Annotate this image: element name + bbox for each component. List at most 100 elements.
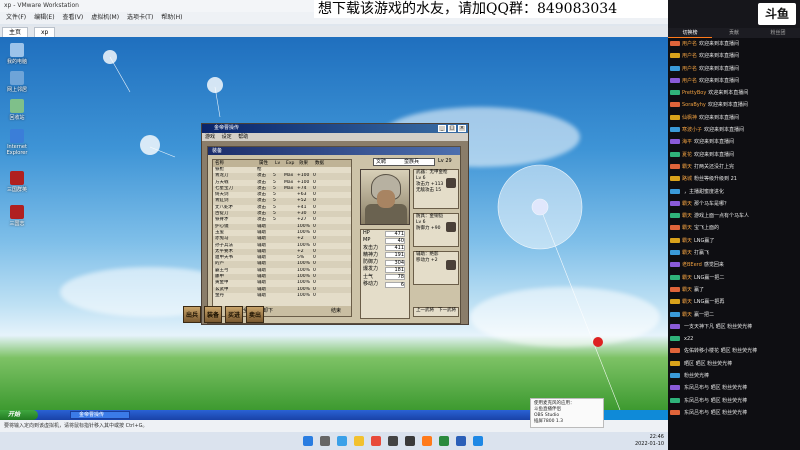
chat-username[interactable]: 路城: [682, 176, 692, 182]
slot-weapon[interactable]: 武器：无甲金枪 Lv 6 攻击力 +113 无敌攻击 15: [413, 169, 459, 209]
chat-text: ，主播甜蜜度进化: [684, 188, 725, 195]
game-menu-item[interactable]: 设定: [222, 134, 232, 140]
chat-username[interactable]: 寒波小子: [682, 127, 702, 133]
desktop-icon-game-2[interactable]: 三国志: [4, 205, 30, 227]
menu-help[interactable]: 帮助(H): [161, 14, 182, 21]
folder-icon[interactable]: [354, 436, 364, 446]
fan-badge-icon: [670, 163, 680, 169]
end-button[interactable]: 结束: [331, 306, 341, 316]
stat-value: 471: [385, 230, 405, 237]
deploy-button[interactable]: 出兵: [183, 306, 201, 323]
clock-time: 22:46: [649, 434, 664, 440]
fan-badge-icon: [670, 286, 680, 292]
desktop-icon-network[interactable]: 网上邻居: [4, 71, 30, 93]
next-general-button[interactable]: 下一武将: [438, 308, 456, 316]
tab-home[interactable]: 主页: [2, 27, 29, 37]
chat-username[interactable]: 霸天: [682, 238, 692, 244]
fan-badge-icon: [670, 102, 680, 108]
chat-username[interactable]: SoraByhy: [682, 102, 706, 108]
equip-button[interactable]: 装备: [204, 306, 222, 323]
chat-username[interactable]: 海平: [682, 139, 692, 145]
chat-username[interactable]: 霸天: [682, 287, 692, 293]
desktop-icon-recycle-bin[interactable]: 回收站: [4, 99, 30, 121]
equipment-row[interactable]: 金丹 辅助 100% 0: [213, 293, 351, 299]
menu-file[interactable]: 文件(F): [6, 14, 26, 21]
chat-text: 东凤吕布与 晒区 粉丝荧光棒: [684, 409, 748, 416]
slot-armor[interactable]: 防具：金铜铠 Lv 6 防御力 +90: [413, 213, 459, 247]
chat-username[interactable]: 用户名: [682, 78, 697, 84]
chat-message: 用户名 欢迎来到本直播间: [668, 63, 800, 75]
slot-accessory[interactable]: 辅助：绝影 移动力 +2: [413, 251, 459, 285]
chat-username[interactable]: 霸天: [682, 213, 692, 219]
desktop-icon-ie[interactable]: Internet Explorer: [4, 129, 30, 156]
stat-label: 士气: [363, 273, 374, 280]
game-menu-item[interactable]: 游戏: [205, 134, 215, 140]
game-title: 金帝曹操传: [214, 125, 240, 131]
menu-edit[interactable]: 编辑(E): [34, 14, 54, 21]
chat-text: 欢迎来到本直播间: [699, 114, 740, 121]
chat-text: 赢一把二: [694, 311, 715, 318]
game-menu-item[interactable]: 帮助: [238, 134, 248, 140]
chat-username[interactable]: 霸天: [682, 164, 692, 170]
tab-contribution[interactable]: 贡献: [712, 28, 756, 38]
tab-xp[interactable]: xp: [34, 27, 56, 37]
search-icon[interactable]: [320, 436, 330, 446]
tab-rank[interactable]: 切换榜: [668, 28, 712, 38]
equip-dialog-title: 装备: [208, 147, 460, 155]
taskbar-item-game[interactable]: 金帝曹操传: [70, 411, 130, 419]
menu-vm[interactable]: 虚拟机(M): [91, 14, 119, 21]
excel-icon[interactable]: [439, 436, 449, 446]
chat-username[interactable]: 仙枫神: [682, 115, 697, 121]
chat-username[interactable]: 霸天: [682, 312, 692, 318]
stat-row: HP 471: [361, 230, 409, 237]
armor-icon: [446, 222, 456, 232]
equip-dialog: 装备 名称 属性 Lv Exp 效果 数据 铁枪枪青龙刀 攻击 5 Max +100 0 方…: [207, 146, 461, 324]
chat-username[interactable]: 霸天: [682, 299, 692, 305]
chat-username[interactable]: 霸天: [682, 275, 692, 281]
chat-username[interactable]: 用户名: [682, 66, 697, 72]
buy-button[interactable]: 买进: [225, 306, 243, 323]
menu-view[interactable]: 查看(V): [62, 14, 83, 21]
maximize-button[interactable]: □: [448, 125, 456, 132]
close-button[interactable]: ×: [458, 125, 466, 132]
app-icon[interactable]: [371, 436, 381, 446]
desktop-icon-game-1[interactable]: 三国群英: [4, 171, 30, 193]
chat-message: 东凤吕布与 晒区 粉丝荧光棒: [668, 407, 800, 419]
chat-text: 欢迎来到本直播间: [699, 65, 740, 72]
desktop-icon-my-computer[interactable]: 我的电脑: [4, 43, 30, 65]
chat-message: 用户名 欢迎来到本直播间: [668, 38, 800, 50]
menu-tabs[interactable]: 选项卡(T): [127, 14, 153, 21]
windows-start-icon[interactable]: [303, 436, 313, 446]
app-icon[interactable]: [422, 436, 432, 446]
fan-badge-icon: [670, 114, 680, 120]
word-icon[interactable]: [456, 436, 466, 446]
fan-badge-icon: [670, 385, 680, 391]
chat-username[interactable]: PrettyBoy: [682, 90, 706, 96]
chat-username[interactable]: 用户名: [682, 53, 697, 59]
chat-message: 寒波小子 欢迎来到本直播间: [668, 124, 800, 136]
chat-message: 霸天 LNG赢一把再: [668, 296, 800, 308]
unit-selector[interactable]: 文聘 蛮族兵: [373, 158, 435, 166]
col-name: 名称: [215, 161, 224, 166]
app-icon[interactable]: [388, 436, 398, 446]
stat-label: HP: [363, 230, 370, 236]
chat-username[interactable]: 用户名: [682, 41, 697, 47]
app-icon[interactable]: [473, 436, 483, 446]
tooltip-line: 插屏7800 1.3: [534, 419, 564, 424]
prev-general-button[interactable]: 上一武将: [416, 308, 434, 316]
minimize-button[interactable]: _: [438, 125, 446, 132]
fan-badge-icon: [670, 397, 680, 403]
chat-username[interactable]: 霸天: [682, 225, 692, 231]
stats-panel: HP 471 MP 40 攻击力 411 精神力 191 防御力 304 爆发力 181 士气 78 移动力…: [360, 229, 410, 319]
sell-button[interactable]: 卖出: [246, 306, 264, 323]
chat-username[interactable]: 老BEerd: [682, 262, 702, 268]
start-button[interactable]: 开始: [0, 410, 38, 420]
edge-icon[interactable]: [337, 436, 347, 446]
chat-username[interactable]: 霸天: [682, 250, 692, 256]
stat-row: 移动力 6: [361, 281, 409, 288]
obs-icon[interactable]: [405, 436, 415, 446]
chat-username[interactable]: 夏花: [682, 152, 692, 158]
tab-fans[interactable]: 粉丝团: [756, 28, 800, 38]
chat-message: 霸天 赢了: [668, 284, 800, 296]
chat-username[interactable]: 霸天: [682, 201, 692, 207]
